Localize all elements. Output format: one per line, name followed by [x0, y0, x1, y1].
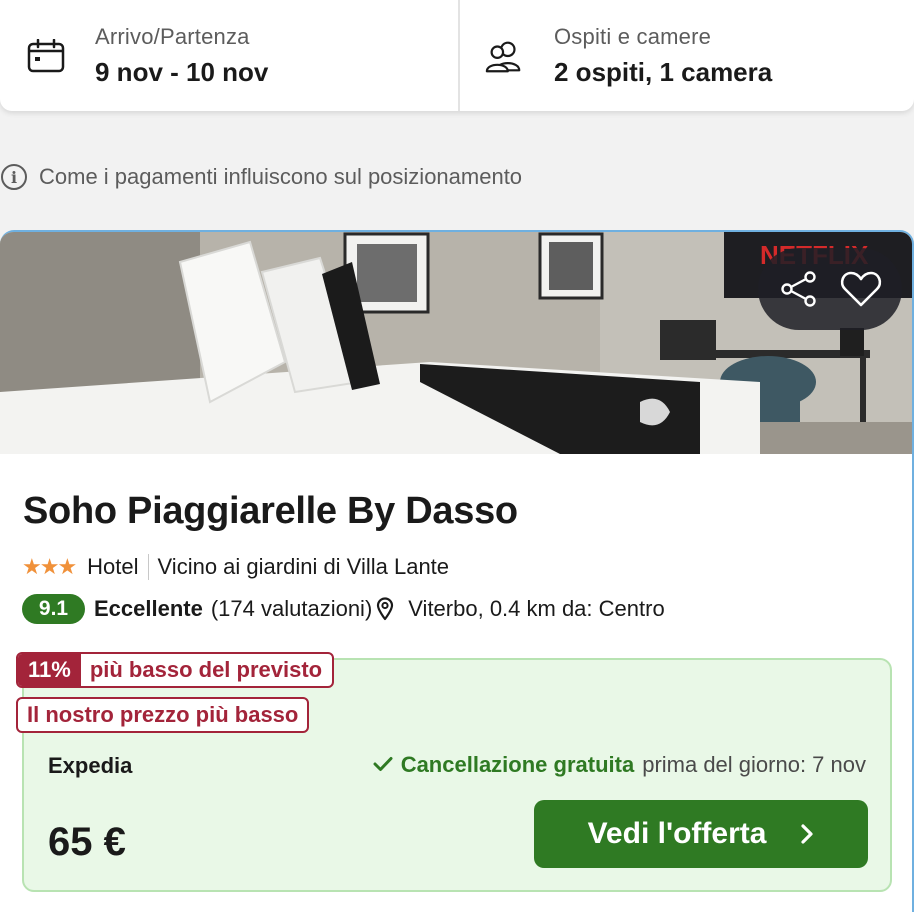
rating-row: 9.1 Eccellente (174 valutazioni) Viterbo…: [22, 594, 665, 624]
free-cancellation: Cancellazione gratuita prima del giorno:…: [373, 752, 866, 778]
rating-word: Eccellente: [94, 596, 203, 621]
check-icon: [373, 752, 393, 778]
hotel-photo[interactable]: NETFLIX: [0, 232, 912, 454]
ranking-info-text: Come i pagamenti influiscono sul posizio…: [39, 164, 523, 189]
guests-value: 2 ospiti, 1 camera: [554, 56, 773, 87]
hotel-card[interactable]: NETFLIX: [0, 230, 914, 912]
cancellation-deadline: prima del giorno: 7 nov: [642, 752, 866, 777]
view-deal-button[interactable]: Vedi l'offerta: [534, 800, 868, 868]
cancellation-label: Cancellazione gratuita: [400, 752, 635, 777]
lowest-price-tag: Il nostro prezzo più basso: [16, 697, 310, 733]
rating-count: (174 valutazioni): [210, 596, 373, 621]
guests-label: Ospiti e camere: [554, 23, 712, 49]
hotel-name[interactable]: Soho Piaggiarelle By Dasso: [23, 490, 518, 533]
below-expected-text: più basso del previsto: [89, 657, 323, 682]
dates-selector[interactable]: Arrivo/Partenza 9 nov - 10 nov: [0, 0, 456, 111]
star-rating: ★★★: [22, 554, 77, 579]
info-icon: i: [1, 164, 27, 190]
hotel-location: Viterbo, 0.4 km da: Centro: [408, 596, 665, 621]
hotel-type: Hotel: [87, 554, 139, 579]
search-summary-bar: Arrivo/Partenza 9 nov - 10 nov Ospiti e …: [0, 0, 914, 111]
hotel-meta: ★★★ Hotel Vicino ai giardini di Villa La…: [22, 554, 449, 580]
chevron-right-icon: [800, 823, 814, 845]
calendar-icon: [26, 36, 66, 76]
dates-value: 9 nov - 10 nov: [95, 56, 269, 87]
dates-label: Arrivo/Partenza: [95, 23, 250, 49]
heart-icon[interactable]: [837, 265, 885, 313]
hotel-nearby: Vicino ai giardini di Villa Lante: [157, 554, 450, 579]
share-icon[interactable]: [775, 265, 823, 313]
price: 65 €: [48, 820, 126, 864]
users-icon: [484, 36, 524, 76]
map-pin-icon: [376, 597, 394, 621]
guests-selector[interactable]: Ospiti e camere 2 ospiti, 1 camera: [456, 0, 914, 111]
ranking-info-link[interactable]: i Come i pagamenti influiscono sul posiz…: [0, 162, 522, 192]
below-expected-tag: 11% più basso del previsto: [16, 652, 335, 688]
rating-score-badge: 9.1: [22, 594, 85, 624]
photo-actions: [758, 248, 902, 330]
view-deal-label: Vedi l'offerta: [587, 817, 767, 850]
below-expected-percent: 11%: [18, 654, 81, 686]
provider-name: Expedia: [48, 753, 133, 778]
meta-divider: [147, 554, 149, 580]
